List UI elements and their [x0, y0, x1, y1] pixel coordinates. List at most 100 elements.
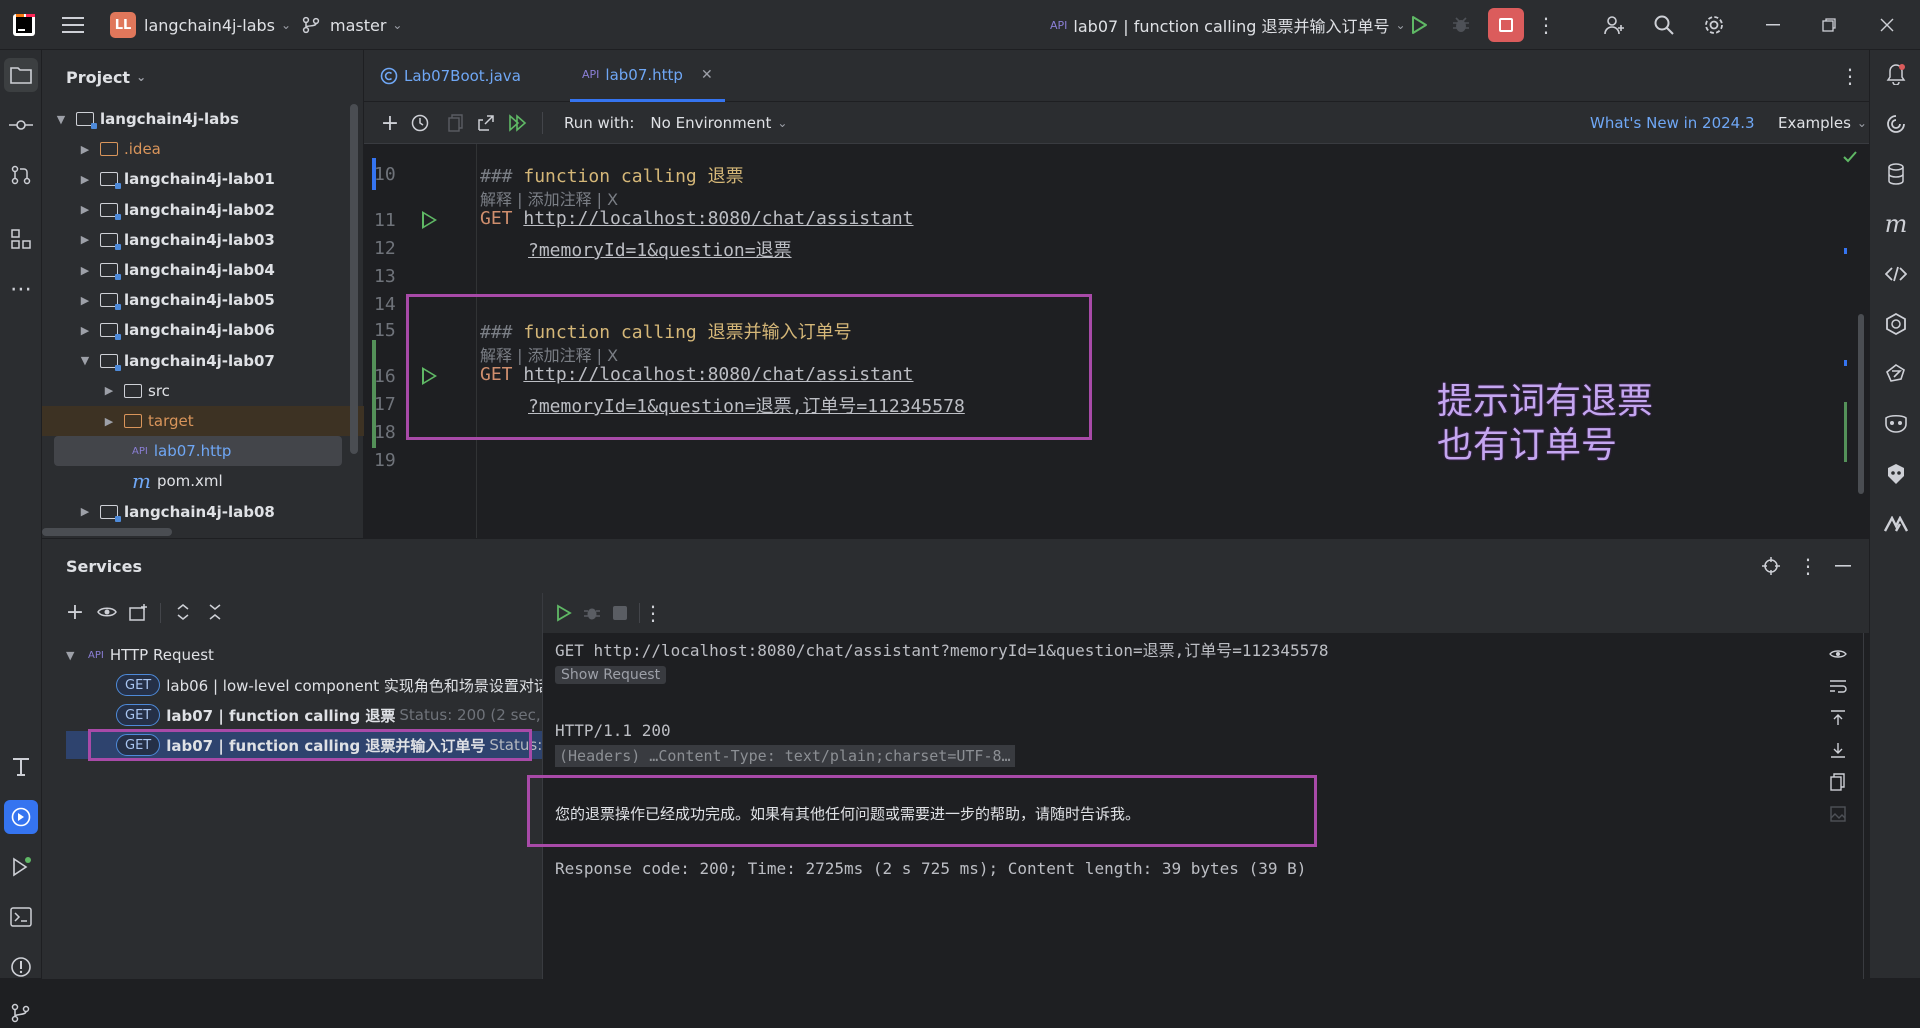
stop-button[interactable]: [1488, 8, 1524, 42]
plugin-spiral-icon[interactable]: [1882, 360, 1910, 388]
image-icon[interactable]: [1827, 803, 1849, 825]
database-icon[interactable]: [1882, 160, 1910, 188]
show-request-button[interactable]: Show Request: [555, 665, 667, 684]
maven-icon[interactable]: m: [1882, 210, 1910, 238]
pull-requests-icon[interactable]: [4, 158, 38, 192]
run-all-icon[interactable]: [506, 111, 530, 135]
tab-lab07boot-java[interactable]: Lab07Boot.java: [380, 50, 521, 102]
code-with-me-icon[interactable]: [1882, 260, 1910, 288]
ai-assistant-icon[interactable]: [1882, 110, 1910, 138]
tree-item[interactable]: ▶ langchain4j-lab04: [42, 255, 364, 285]
chevron-down-icon[interactable]: ▼: [78, 354, 92, 367]
run-config-selector[interactable]: API lab07 | function calling 退票并输入订单号 ⌄: [1050, 0, 1406, 50]
environment-selector[interactable]: No Environment ⌄: [650, 114, 787, 132]
chevron-right-icon[interactable]: ▶: [78, 264, 92, 277]
services-more-icon[interactable]: ⋮: [1798, 554, 1818, 578]
plugin-face-icon[interactable]: [1882, 460, 1910, 488]
tree-scrollbar[interactable]: [350, 104, 358, 454]
chevron-right-icon[interactable]: ▶: [78, 233, 92, 246]
hide-panel-icon[interactable]: [1832, 555, 1854, 577]
tree-item[interactable]: ▶ langchain4j-lab02: [42, 195, 364, 225]
rerun-icon[interactable]: [553, 602, 575, 624]
project-tool-folder-icon[interactable]: [4, 58, 38, 92]
problems-icon[interactable]: [4, 950, 38, 984]
ai-hint[interactable]: 解释 | 添加注释 | X: [480, 186, 618, 210]
tree-item[interactable]: ▶ langchain4j-lab08: [42, 497, 364, 527]
branch-switcher[interactable]: master ⌄: [302, 0, 402, 50]
chevron-right-icon[interactable]: ▶: [78, 294, 92, 307]
tree-item[interactable]: ▼ langchain4j-lab07: [42, 346, 364, 376]
chevron-right-icon[interactable]: ▶: [78, 505, 92, 518]
search-icon[interactable]: [1650, 12, 1678, 38]
tree-item[interactable]: ▶ langchain4j-lab05: [42, 285, 364, 315]
chevron-right-icon[interactable]: ▶: [78, 143, 92, 156]
eye-icon[interactable]: [96, 601, 118, 623]
history-clock-icon[interactable]: [408, 111, 432, 135]
chevron-right-icon[interactable]: ▶: [78, 324, 92, 337]
restore-icon[interactable]: [1818, 13, 1840, 37]
soft-wrap-icon[interactable]: [1827, 675, 1849, 697]
add-user-icon[interactable]: [1600, 12, 1628, 38]
app-logo-icon[interactable]: [12, 0, 36, 50]
locate-icon[interactable]: [1760, 555, 1782, 577]
tree-h-scrollbar[interactable]: [42, 528, 172, 536]
structure-icon[interactable]: [4, 222, 38, 256]
scroll-top-icon[interactable]: [1827, 707, 1849, 729]
expand-all-icon[interactable]: [172, 601, 194, 623]
code-area[interactable]: 10 11 12 13 14 15 16 17 18 19 ### functi…: [364, 144, 1869, 538]
add-service-icon[interactable]: +: [64, 600, 86, 625]
http-request-group[interactable]: ▼ API HTTP Request: [66, 641, 214, 669]
stop-icon[interactable]: [609, 602, 631, 624]
debug-icon[interactable]: [581, 602, 603, 624]
more-icon[interactable]: ⋮: [1536, 13, 1556, 37]
plugin-wave-icon[interactable]: [1882, 510, 1910, 538]
new-group-icon[interactable]: [128, 601, 150, 623]
project-switcher[interactable]: LL langchain4j-labs ⌄: [110, 0, 291, 50]
chevron-right-icon[interactable]: ▶: [102, 415, 116, 428]
minimize-icon[interactable]: [1762, 13, 1784, 37]
collapse-all-icon[interactable]: [204, 601, 226, 623]
scroll-end-icon[interactable]: [1827, 739, 1849, 761]
tab-lab07-http[interactable]: API lab07.http ✕: [570, 50, 725, 102]
editor-scrollbar[interactable]: [1858, 314, 1864, 494]
copy-icon[interactable]: [1827, 771, 1849, 793]
tree-item[interactable]: ▶ langchain4j-lab03: [42, 225, 364, 255]
examples-dropdown[interactable]: Examples ⌄: [1778, 102, 1867, 144]
add-request-icon[interactable]: +: [378, 111, 402, 136]
run-icon[interactable]: [1406, 13, 1432, 37]
chevron-right-icon[interactable]: ▶: [102, 384, 116, 397]
response-more-icon[interactable]: ⋮: [643, 601, 663, 625]
tree-item[interactable]: ▶ .idea: [42, 134, 364, 164]
plugin-mask-icon[interactable]: [1882, 410, 1910, 438]
terminal-icon[interactable]: [4, 900, 38, 934]
convert-icon[interactable]: [474, 111, 498, 135]
notifications-bell-icon[interactable]: [1882, 60, 1910, 88]
more-tools-icon[interactable]: ⋯: [4, 272, 38, 306]
tree-item[interactable]: m pom.xml: [42, 466, 364, 496]
tree-item[interactable]: ▼ langchain4j-labs: [42, 104, 364, 134]
chevron-right-icon[interactable]: ▶: [78, 203, 92, 216]
copy-icon[interactable]: [444, 111, 468, 135]
tree-item[interactable]: ▶ target: [42, 406, 364, 436]
view-eye-icon[interactable]: [1827, 643, 1849, 665]
plugin-hexagon-icon[interactable]: [1882, 310, 1910, 338]
request-item[interactable]: GET lab06 | low-level component 实现角色和场景设…: [116, 671, 542, 699]
tabs-more-icon[interactable]: ⋮: [1840, 64, 1860, 88]
tree-item[interactable]: ▶ langchain4j-lab06: [42, 315, 364, 345]
run-request-icon[interactable]: [422, 211, 437, 229]
response-headers-toggle[interactable]: (Headers) …Content-Type: text/plain;char…: [555, 745, 1015, 767]
commit-icon[interactable]: [4, 108, 38, 142]
project-panel-header[interactable]: Project ⌄: [66, 50, 146, 104]
tree-item[interactable]: ▶ langchain4j-lab01: [42, 164, 364, 194]
endpoints-icon[interactable]: [4, 750, 38, 784]
debug-icon[interactable]: [1448, 13, 1474, 37]
chevron-right-icon[interactable]: ▶: [78, 173, 92, 186]
close-icon[interactable]: [1876, 13, 1898, 37]
close-tab-icon[interactable]: ✕: [701, 67, 713, 83]
settings-gear-icon[interactable]: [1700, 12, 1728, 38]
whats-new-link[interactable]: What's New in 2024.3: [1590, 102, 1755, 144]
git-icon[interactable]: [4, 998, 38, 1028]
chevron-down-icon[interactable]: ▼: [54, 113, 68, 126]
services-tool-icon[interactable]: [4, 800, 38, 834]
main-menu-icon[interactable]: [62, 0, 84, 50]
